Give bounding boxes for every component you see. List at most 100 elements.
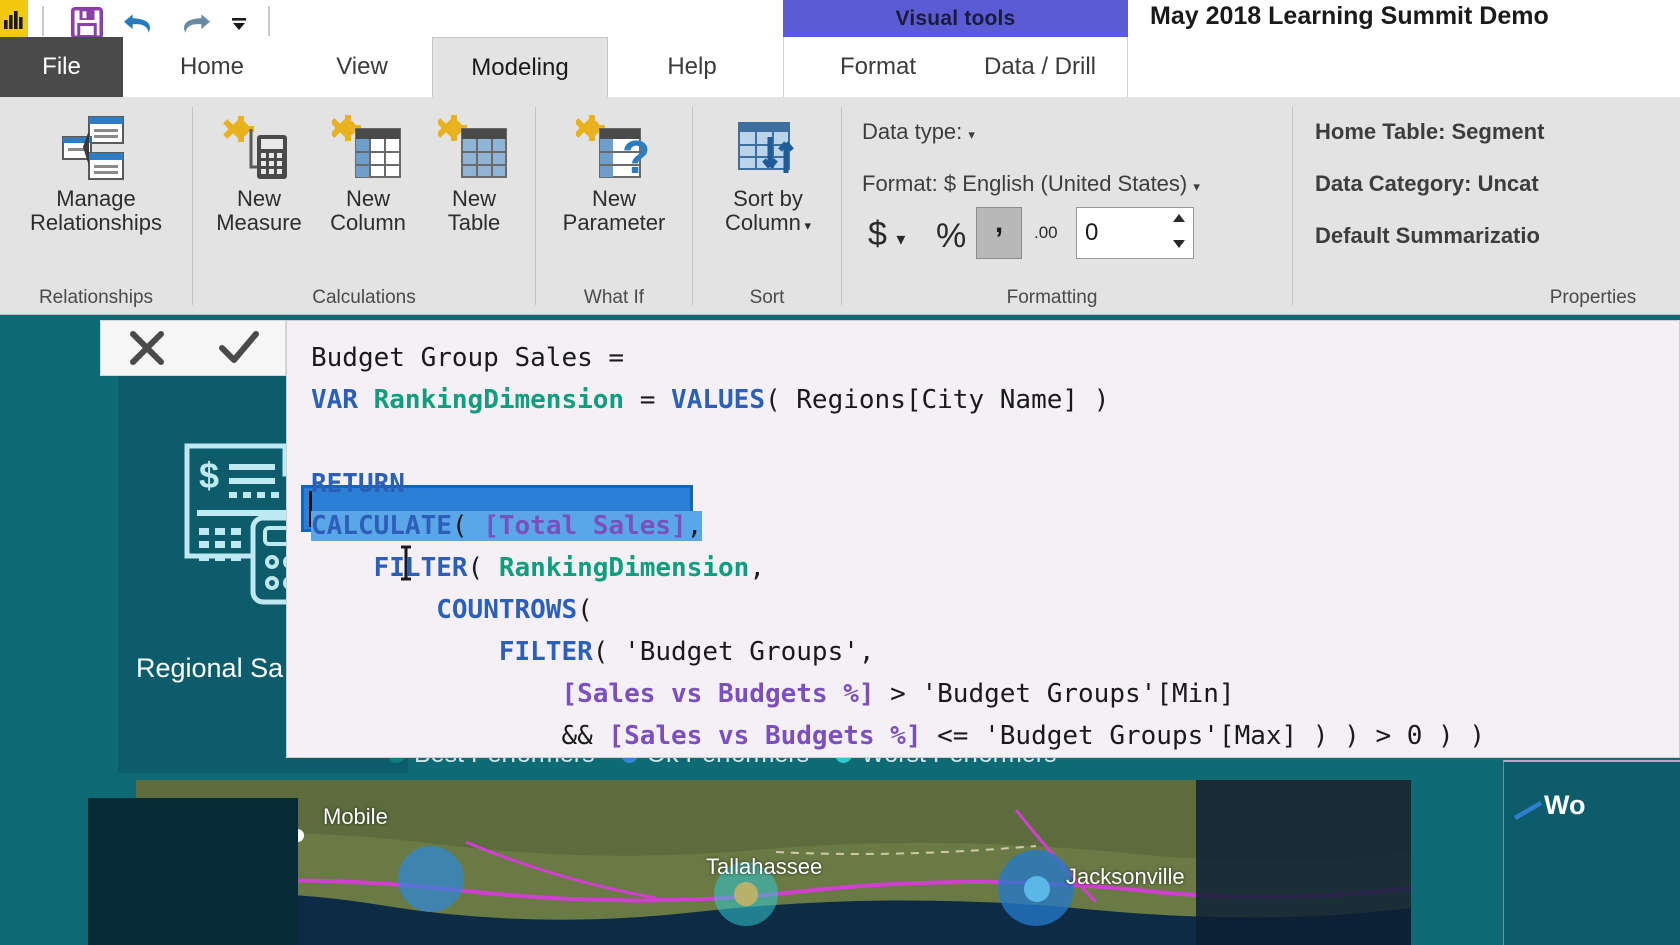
contextual-subtab-strip: Format Data / Drill bbox=[783, 37, 1128, 97]
currency-format-button[interactable]: $ ▾ bbox=[868, 215, 905, 254]
ribbon-group-label-relationships: Relationships bbox=[38, 287, 154, 308]
ribbon-group-sort: Sort by Column ▾ Sort bbox=[693, 97, 841, 315]
right-panel-title: Wo bbox=[1544, 790, 1586, 820]
map-bubble-inner bbox=[1024, 876, 1050, 902]
tab-help[interactable]: Help bbox=[620, 37, 764, 97]
ribbon-group-label-formatting: Formatting bbox=[1006, 287, 1098, 308]
tab-modeling[interactable]: Modeling bbox=[432, 37, 608, 97]
tab-file[interactable]: File bbox=[0, 37, 123, 97]
thousands-separator-button[interactable]: , bbox=[976, 206, 1022, 259]
thousands-separator-label: , bbox=[994, 206, 1004, 239]
ribbon-group-calculations: New Measure New Column New Table Calcula… bbox=[193, 97, 535, 315]
manage-relationships-label-2: Relationships bbox=[29, 209, 163, 235]
manage-relationships-button[interactable]: Manage Relationships bbox=[16, 111, 176, 235]
tab-home[interactable]: Home bbox=[138, 37, 286, 97]
sort-by-column-button[interactable]: Sort by Column ▾ bbox=[703, 111, 833, 235]
sort-by-column-label-1: Sort by bbox=[733, 186, 803, 211]
format-row[interactable]: Format: $ English (United States) ▾ bbox=[862, 171, 1200, 197]
new-table-label-1: New bbox=[451, 186, 496, 211]
new-table-button[interactable]: New Table bbox=[423, 111, 525, 235]
tab-data-drill-label: Data / Drill bbox=[983, 53, 1097, 80]
new-parameter-button[interactable]: ? New Parameter bbox=[540, 111, 688, 235]
checkmark-icon bbox=[219, 331, 259, 363]
decimal-places-icon-label: .00 bbox=[1034, 223, 1058, 242]
powerbi-logo-icon bbox=[0, 0, 28, 40]
new-column-icon bbox=[332, 111, 404, 187]
ribbon-group-label-calculations: Calculations bbox=[312, 287, 416, 308]
dax-line: [Sales vs Budgets %] > 'Budget Groups'[M… bbox=[561, 679, 1235, 709]
new-measure-button[interactable]: New Measure bbox=[201, 111, 317, 235]
format-label: Format: $ English (United States) bbox=[862, 171, 1188, 196]
svg-text:$: $ bbox=[199, 455, 219, 496]
dax-line: FILTER( RankingDimension, bbox=[373, 553, 765, 583]
contextual-tab-group-label: Visual tools bbox=[895, 6, 1016, 30]
map-bubble-ok[interactable] bbox=[398, 846, 464, 912]
default-summarization-row[interactable]: Default Summarizatio bbox=[1315, 223, 1540, 249]
dax-line: VAR RankingDimension = VALUES( Regions[C… bbox=[311, 385, 1110, 415]
ribbon: Manage Relationships Relationships New M… bbox=[0, 97, 1680, 315]
tab-home-label: Home bbox=[179, 53, 245, 80]
tab-format-label: Format bbox=[839, 53, 916, 80]
map-label-mobile: Mobile bbox=[323, 804, 388, 829]
dax-line: && [Sales vs Budgets %] <= 'Budget Group… bbox=[561, 721, 1486, 751]
ribbon-group-label-what-if: What If bbox=[583, 287, 645, 308]
chevron-down-icon[interactable]: ▾ bbox=[896, 229, 905, 249]
data-type-row[interactable]: Data type: ▾ bbox=[862, 119, 975, 145]
cancel-button[interactable] bbox=[101, 320, 193, 376]
home-table-row[interactable]: Home Table: Segment bbox=[1315, 119, 1544, 145]
chevron-down-icon[interactable]: ▾ bbox=[968, 127, 975, 142]
new-table-label-2: Table bbox=[447, 209, 501, 235]
chevron-down-icon[interactable] bbox=[1171, 238, 1187, 250]
canvas-dark-block bbox=[88, 798, 298, 945]
new-measure-label-2: Measure bbox=[216, 209, 302, 235]
ribbon-group-what-if: ? New Parameter What If bbox=[536, 97, 692, 315]
ribbon-group-formatting: Data type: ▾ Format: $ English (United S… bbox=[842, 97, 1292, 315]
new-parameter-icon: ? bbox=[576, 111, 652, 187]
dax-line: COUNTROWS( bbox=[436, 595, 593, 625]
percent-format-button[interactable]: % bbox=[936, 217, 966, 256]
map-label-tallahassee: Tallahassee bbox=[706, 854, 823, 879]
stepper-arrows[interactable] bbox=[1171, 212, 1187, 250]
manage-relationships-label-1: Manage bbox=[56, 186, 136, 211]
map-visual[interactable]: Mobile Tallahassee Jacksonville port bbox=[136, 780, 1411, 945]
dax-formula-editor[interactable]: Budget Group Sales = VAR RankingDimensio… bbox=[286, 320, 1680, 758]
qat-divider-1 bbox=[42, 6, 44, 36]
tab-view[interactable]: View bbox=[296, 37, 428, 97]
new-measure-label-1: New bbox=[236, 186, 281, 211]
currency-format-label: $ bbox=[868, 215, 887, 253]
document-title: May 2018 Learning Summit Demo bbox=[1150, 2, 1549, 30]
ribbon-group-label-sort: Sort bbox=[749, 287, 785, 308]
chevron-up-icon[interactable] bbox=[1171, 212, 1187, 224]
decimal-places-icon[interactable]: .00 bbox=[1034, 223, 1058, 243]
tab-help-label: Help bbox=[667, 53, 717, 80]
new-column-label-1: New bbox=[345, 186, 390, 211]
dax-line: CALCULATE( [Total Sales], bbox=[311, 511, 703, 541]
svg-text:?: ? bbox=[622, 131, 650, 183]
decimal-places-value: 0 bbox=[1085, 219, 1099, 246]
close-icon bbox=[130, 331, 164, 365]
mouse-ibeam-cursor bbox=[397, 545, 415, 586]
dax-line: Budget Group Sales = bbox=[311, 343, 625, 373]
data-category-row[interactable]: Data Category: Uncat bbox=[1315, 171, 1539, 197]
dax-line: FILTER( 'Budget Groups', bbox=[498, 637, 875, 667]
new-parameter-label-2: Parameter bbox=[562, 209, 666, 235]
chevron-down-icon[interactable]: ▾ bbox=[801, 218, 811, 233]
commit-button[interactable] bbox=[193, 320, 285, 376]
chevron-down-icon[interactable]: ▾ bbox=[1193, 179, 1200, 194]
decimal-places-stepper[interactable]: 0 bbox=[1076, 207, 1194, 259]
data-type-label: Data type: bbox=[862, 119, 963, 144]
contextual-tab-group-visual-tools: Visual tools bbox=[783, 0, 1128, 37]
ribbon-group-label-properties: Properties bbox=[1549, 287, 1637, 308]
new-measure-icon bbox=[223, 111, 295, 187]
tab-file-label: File bbox=[42, 53, 81, 80]
new-column-button[interactable]: New Column bbox=[313, 111, 423, 235]
tab-data-drill[interactable]: Data / Drill bbox=[952, 37, 1128, 97]
sort-by-column-label-2: Column ▾ bbox=[725, 209, 811, 235]
sort-by-column-icon bbox=[733, 111, 803, 187]
tab-view-label: View bbox=[336, 53, 388, 80]
power-bi-desktop-window: Visual tools May 2018 Learning Summit De… bbox=[0, 0, 1680, 945]
map-label-jacksonville: Jacksonville bbox=[1066, 864, 1185, 889]
dax-formula-text[interactable]: Budget Group Sales = VAR RankingDimensio… bbox=[311, 337, 1485, 757]
right-side-panel[interactable]: ▬▬ Wo bbox=[1503, 760, 1680, 945]
tab-format[interactable]: Format bbox=[808, 37, 948, 97]
